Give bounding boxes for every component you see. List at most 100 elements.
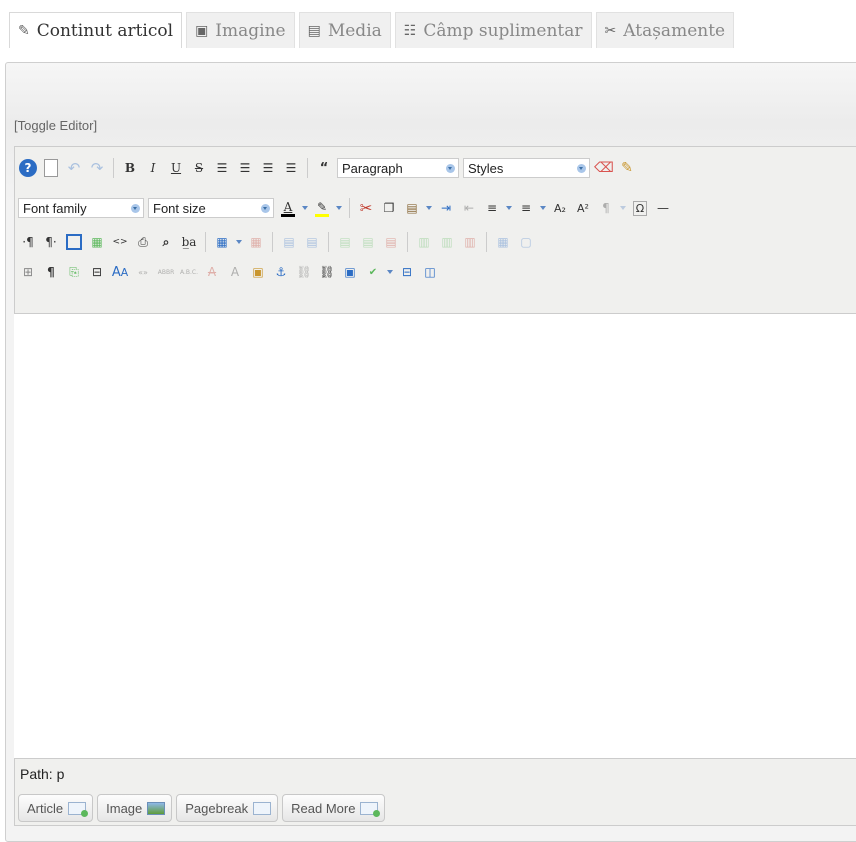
- replace-button[interactable]: b̲a: [179, 232, 199, 252]
- font-color-bar: [281, 213, 295, 217]
- read-more-button[interactable]: Read More: [282, 794, 386, 822]
- copy-button[interactable]: ❐: [379, 198, 399, 218]
- image-insert-button[interactable]: Image: [97, 794, 173, 822]
- font-color-dropdown[interactable]: [301, 198, 309, 218]
- rtl-button[interactable]: ¶·: [41, 232, 61, 252]
- subscript-button[interactable]: A₂: [550, 198, 570, 218]
- link-button[interactable]: ⛓: [317, 262, 337, 282]
- spellcheck-dropdown[interactable]: [386, 262, 394, 282]
- visual-aid-button[interactable]: ⊞: [18, 262, 38, 282]
- print-button[interactable]: ⎙: [133, 232, 153, 252]
- italic-button[interactable]: I: [143, 158, 163, 178]
- row-before-button[interactable]: ▤: [335, 232, 355, 252]
- align-center-button[interactable]: ☰: [235, 158, 255, 178]
- cleanup-button[interactable]: ✎: [617, 158, 637, 178]
- col-before-button[interactable]: ▥: [414, 232, 434, 252]
- pagebreak-button[interactable]: Pagebreak: [176, 794, 279, 822]
- ltr-button[interactable]: ·¶: [18, 232, 38, 252]
- align-left-button[interactable]: ☰: [258, 158, 278, 178]
- styles-select[interactable]: Styles: [463, 158, 590, 178]
- indent-button[interactable]: ⇥: [436, 198, 456, 218]
- cut-button[interactable]: ✂: [356, 198, 376, 218]
- merge-cells-button[interactable]: ▢: [516, 232, 536, 252]
- delete-row-button[interactable]: ▤: [381, 232, 401, 252]
- numbered-list-button[interactable]: ≡: [482, 198, 502, 218]
- pagebreak-icon: [253, 801, 272, 815]
- delete-col-button[interactable]: ▥: [460, 232, 480, 252]
- tab-atasamente[interactable]: ✂ Atașamente: [595, 12, 735, 48]
- template-button[interactable]: ⎘: [64, 262, 84, 282]
- spellcheck-button[interactable]: ✔: [363, 262, 383, 282]
- direction-dropdown[interactable]: [619, 198, 627, 218]
- toggle-editor-link[interactable]: [Toggle Editor]: [14, 118, 97, 133]
- help-button[interactable]: ?: [18, 158, 38, 178]
- editor-content-area[interactable]: [14, 313, 856, 759]
- abbr-button[interactable]: ABBR: [156, 262, 176, 282]
- format-select[interactable]: Paragraph: [337, 158, 459, 178]
- search-button[interactable]: ⌕: [156, 232, 176, 252]
- acronym-button[interactable]: A.B.C.: [179, 262, 199, 282]
- redo-button[interactable]: ↷: [87, 158, 107, 178]
- remove-format-button[interactable]: ⌫: [594, 158, 614, 178]
- paste-dropdown[interactable]: [425, 198, 433, 218]
- strikethrough-button[interactable]: S: [189, 158, 209, 178]
- font-family-select[interactable]: Font family: [18, 198, 144, 218]
- bullet-list-button[interactable]: ≡: [516, 198, 536, 218]
- undo-button[interactable]: ↶: [64, 158, 84, 178]
- path-value[interactable]: p: [57, 766, 65, 782]
- code-button[interactable]: <>: [110, 232, 130, 252]
- visual-chars-button[interactable]: ¶: [41, 262, 61, 282]
- hr-icon: ⊟: [401, 265, 413, 279]
- spellcheck-icon: ✔: [368, 266, 378, 278]
- highlight-color-dropdown[interactable]: [335, 198, 343, 218]
- unlink-button[interactable]: ⛓: [294, 262, 314, 282]
- col-after-button[interactable]: ▥: [437, 232, 457, 252]
- row-after-button[interactable]: ▤: [358, 232, 378, 252]
- tab-media[interactable]: ▤ Media: [298, 12, 391, 48]
- image-button[interactable]: ▣: [340, 262, 360, 282]
- bold-button[interactable]: B: [120, 158, 140, 178]
- underline-button[interactable]: U: [166, 158, 186, 178]
- numbered-list-dropdown[interactable]: [505, 198, 513, 218]
- font-size-select[interactable]: Font size: [148, 198, 274, 218]
- style-props-button[interactable]: AA: [110, 262, 130, 282]
- delete-table-button[interactable]: ▦: [246, 232, 266, 252]
- merge-cells-icon: ▢: [520, 235, 532, 249]
- fullscreen-button[interactable]: [64, 232, 84, 252]
- outdent-button[interactable]: ⇤: [459, 198, 479, 218]
- del-button[interactable]: A: [202, 262, 222, 282]
- preview-button[interactable]: ▦: [87, 232, 107, 252]
- horizontal-rule-button[interactable]: —: [653, 198, 673, 218]
- font-color-button[interactable]: A: [278, 198, 298, 218]
- layer-button[interactable]: ◫: [420, 262, 440, 282]
- tab-continut-articol[interactable]: ✎ Continut articol: [9, 12, 183, 48]
- delete-col-icon: ▥: [464, 235, 476, 249]
- cell-props-button[interactable]: ▤: [302, 232, 322, 252]
- blockquote-button[interactable]: “: [314, 158, 334, 178]
- attributes-button[interactable]: ▣: [248, 262, 268, 282]
- split-cells-icon: ▦: [497, 235, 509, 249]
- paste-button[interactable]: ▤: [402, 198, 422, 218]
- split-cells-button[interactable]: ▦: [493, 232, 513, 252]
- cell-props-icon: ▤: [306, 235, 318, 249]
- superscript-button[interactable]: A²: [573, 198, 593, 218]
- table-button[interactable]: ▦: [212, 232, 232, 252]
- bullet-list-dropdown[interactable]: [539, 198, 547, 218]
- table-dropdown[interactable]: [235, 232, 243, 252]
- help-icon: ?: [19, 159, 37, 177]
- tab-camp-suplimentar[interactable]: ☷ Câmp suplimentar: [394, 12, 592, 48]
- tab-imagine[interactable]: ▣ Imagine: [186, 12, 295, 48]
- direction-button[interactable]: ¶: [596, 198, 616, 218]
- anchor-button[interactable]: ⚓: [271, 262, 291, 282]
- special-char-button[interactable]: Ω: [630, 198, 650, 218]
- ins-button[interactable]: A: [225, 262, 245, 282]
- new-document-button[interactable]: [41, 158, 61, 178]
- justify-button[interactable]: ☰: [212, 158, 232, 178]
- highlight-color-button[interactable]: ✎: [312, 198, 332, 218]
- align-right-button[interactable]: ☰: [281, 158, 301, 178]
- cite-button[interactable]: «»: [133, 262, 153, 282]
- row-props-button[interactable]: ▤: [279, 232, 299, 252]
- pagebreak-toolbar-button[interactable]: ⊟: [87, 262, 107, 282]
- hr-button[interactable]: ⊟: [397, 262, 417, 282]
- article-button[interactable]: Article: [18, 794, 94, 822]
